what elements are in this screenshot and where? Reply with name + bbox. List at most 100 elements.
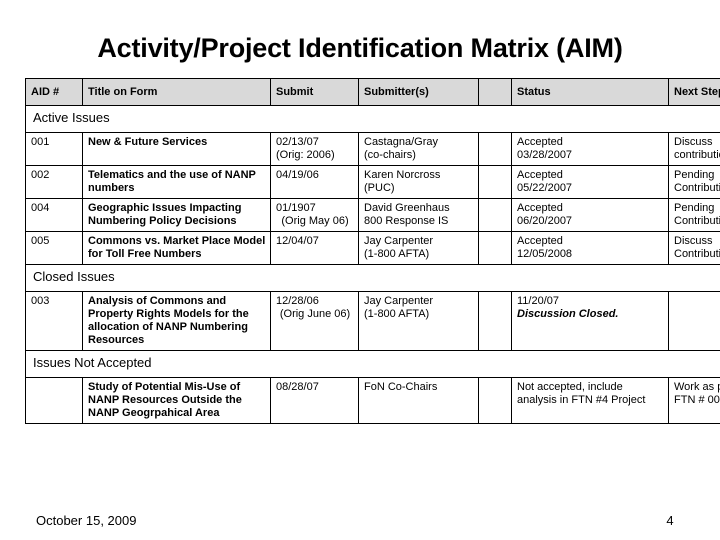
aid-value: 004 [31,202,50,214]
table-body: Active Issues 001 New & Future Services 02/… [25,105,720,424]
cell-submitter: FoN Co-Chairs [358,377,479,424]
cell-title: Analysis of Commons and Property Rights … [82,291,271,351]
aim-matrix-table: AID # Title on Form Submit Submitter(s) … [25,78,720,424]
section-heading-row: Closed Issues [25,264,720,292]
cell-aid: 002 [25,165,83,199]
status-detail: 06/20/2007 [517,215,573,227]
table-row: 003 Analysis of Commons and Property Righ… [25,291,720,351]
submitter-name: David Greenhaus [364,202,450,214]
footer-page-number: 4 [666,513,674,528]
cell-aid: 005 [25,231,83,265]
cell-title: Telematics and the use of NANP numbers [82,165,271,199]
table-row: Study of Potential Mis-Use of NANP Resou… [25,377,720,424]
column-header-submit: Submit [270,78,359,106]
cell-next-step: Work as part of FTN # 004 [668,377,720,424]
cell-submit: 12/28/06 (Orig June 06) [270,291,359,351]
submit-date: 02/13/07 [276,136,319,148]
submit-date: 04/19/06 [276,169,319,181]
cell-next-step [668,291,720,351]
cell-submit: 12/04/07 [270,231,359,265]
cell-title: Geographic Issues Impacting Numbering Po… [82,198,271,232]
submitter-affiliation: 800 Response IS [364,215,449,227]
submit-date: 12/28/06 [276,295,319,307]
submitter-name: Jay Carpenter [364,295,434,307]
submitter-name: Karen Norcross [364,169,441,181]
cell-submit: 04/19/06 [270,165,359,199]
section-heading: Closed Issues [25,264,720,292]
title-value: Telematics and the use of NANP numbers [88,169,256,194]
submitter-affiliation: (PUC) [364,182,395,194]
cell-submitter: Jay Carpenter (1-800 AFTA) [358,231,479,265]
cell-spacer [478,198,512,232]
page-title: Activity/Project Identification Matrix (… [97,33,623,63]
slide: Activity/Project Identification Matrix (… [0,0,720,540]
submit-origin: (Orig: 2006) [276,149,335,161]
submitter-name: Jay Carpenter [364,235,434,247]
footer-date: October 15, 2009 [36,513,137,528]
cell-aid: 003 [25,291,83,351]
table-row: 004 Geographic Issues Impacting Numbering… [25,198,720,232]
status-text: Accepted [517,169,563,181]
column-header-submitter: Submitter(s) [358,78,479,106]
cell-status: Accepted 12/05/2008 [511,231,669,265]
submitter-affiliation: (1-800 AFTA) [364,308,430,320]
cell-title: Study of Potential Mis-Use of NANP Resou… [82,377,271,424]
next-step-value: Pending Contributions [674,202,720,227]
cell-spacer [478,377,512,424]
aid-value: 001 [31,136,50,148]
section-heading: Issues Not Accepted [25,350,720,378]
submitter-name: FoN Co-Chairs [364,381,438,393]
cell-submit: 08/28/07 [270,377,359,424]
cell-spacer [478,291,512,351]
cell-submitter: Karen Norcross (PUC) [358,165,479,199]
title-value: Study of Potential Mis-Use of NANP Resou… [88,381,242,419]
next-step-value: Discuss Contributions [674,235,720,260]
column-header-title: Title on Form [82,78,271,106]
cell-next-step: Discuss contributions [668,132,720,166]
status-detail: 12/05/2008 [517,248,573,260]
cell-title: New & Future Services [82,132,271,166]
submit-date: 12/04/07 [276,235,319,247]
aid-value: 003 [31,295,50,307]
submit-origin: (Orig May 06) [281,215,349,227]
cell-aid [25,377,83,424]
cell-submit: 02/13/07 (Orig: 2006) [270,132,359,166]
table-header: AID # Title on Form Submit Submitter(s) … [25,78,720,106]
cell-next-step: Pending Contributions [668,165,720,199]
cell-spacer [478,132,512,166]
title-value: Commons vs. Market Place Model for Toll … [88,235,266,260]
column-header-spacer [478,78,512,106]
cell-title: Commons vs. Market Place Model for Toll … [82,231,271,265]
status-detail: Discussion Closed. [517,308,619,320]
aid-value: 002 [31,169,50,181]
submit-origin: (Orig June 06) [279,308,351,320]
cell-status: 11/20/07 Discussion Closed. [511,291,669,351]
title-value: Analysis of Commons and Property Rights … [88,295,249,346]
section-heading-row: Active Issues [25,105,720,133]
submitter-affiliation: (1-800 AFTA) [364,248,430,260]
aid-value: 005 [31,235,50,247]
status-text: Accepted [517,202,563,214]
cell-aid: 001 [25,132,83,166]
cell-status: Accepted 03/28/2007 [511,132,669,166]
status-text: Accepted [517,136,563,148]
next-step-value: Pending Contributions [674,169,720,194]
column-header-status: Status [511,78,669,106]
submit-date: 08/28/07 [276,381,319,393]
status-detail: 05/22/2007 [517,182,573,194]
column-header-aid: AID # [25,78,83,106]
table-header-row: AID # Title on Form Submit Submitter(s) … [25,78,720,106]
table-row: 001 New & Future Services 02/13/07 (Orig: 2… [25,132,720,166]
section-heading-row: Issues Not Accepted [25,350,720,378]
status-text: 11/20/07 [517,295,560,307]
submitter-affiliation: (co-chairs) [364,149,416,161]
cell-next-step: Pending Contributions [668,198,720,232]
cell-submitter: Castagna/Gray (co-chairs) [358,132,479,166]
cell-submitter: Jay Carpenter (1-800 AFTA) [358,291,479,351]
cell-status: Not accepted, include analysis in FTN #4… [511,377,669,424]
title-value: New & Future Services [88,136,208,148]
section-heading: Active Issues [25,105,720,133]
column-header-next-step: Next Step(s) [668,78,720,106]
cell-status: Accepted 06/20/2007 [511,198,669,232]
status-detail: 03/28/2007 [517,149,573,161]
